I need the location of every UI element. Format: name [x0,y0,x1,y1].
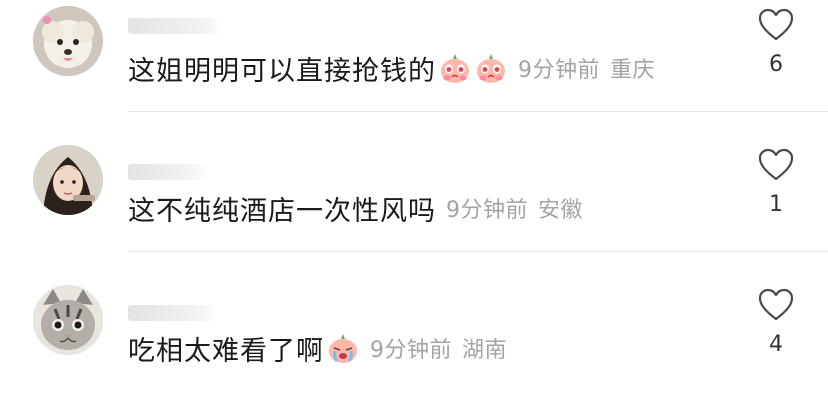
comment-line: 这不纯纯酒店一次性风吗 9分钟前 安徽 [128,188,583,228]
username-redacted[interactable] [128,305,218,321]
comment-location: 重庆 [610,58,656,83]
comment-list: 这姐明明可以直接抢钱的 9分钟前 重庆 6 这不纯纯酒店一次性风吗 9分钟前 安… [0,0,828,418]
comment-time: 9分钟前 [518,58,600,83]
like-button[interactable]: 1 [752,148,800,238]
comment-location: 安徽 [538,198,584,223]
like-button[interactable]: 4 [752,288,800,378]
comment-line: 这姐明明可以直接抢钱的 9分钟前 重庆 [128,48,655,88]
comment-time: 9分钟前 [446,198,528,223]
comment-text: 吃相太难看了啊 [128,335,324,367]
username-redacted[interactable] [128,164,208,180]
divider [128,111,828,112]
like-count: 1 [769,192,783,217]
username-redacted[interactable] [128,18,223,34]
comment-time: 9分钟前 [370,338,452,363]
heart-icon [758,8,794,41]
heart-icon [758,148,794,181]
crying-peach-emoji [326,331,360,365]
comment-text: 这姐明明可以直接抢钱的 [128,55,436,87]
white-dog-avatar[interactable] [33,6,103,76]
comment-meta: 9分钟前 重庆 [518,52,655,84]
heart-icon [758,288,794,321]
comment-meta: 9分钟前 湖南 [370,332,507,364]
pleading-peach-emoji [474,51,508,85]
like-count: 6 [769,52,783,77]
pleading-peach-emoji [438,51,472,85]
comment-item: 这姐明明可以直接抢钱的 9分钟前 重庆 6 [0,0,828,140]
comment-line: 吃相太难看了啊 9分钟前 湖南 [128,328,507,368]
like-count: 4 [769,332,783,357]
divider [128,251,828,252]
comment-item: 吃相太难看了啊 9分钟前 湖南 4 [0,280,828,418]
comment-item: 这不纯纯酒店一次性风吗 9分钟前 安徽 1 [0,140,828,280]
comment-text: 这不纯纯酒店一次性风吗 [128,195,436,227]
girl-avatar[interactable] [33,145,103,215]
comment-meta: 9分钟前 安徽 [446,192,583,224]
like-button[interactable]: 6 [752,8,800,98]
tabby-cat-avatar[interactable] [33,285,103,355]
comment-location: 湖南 [462,338,508,363]
